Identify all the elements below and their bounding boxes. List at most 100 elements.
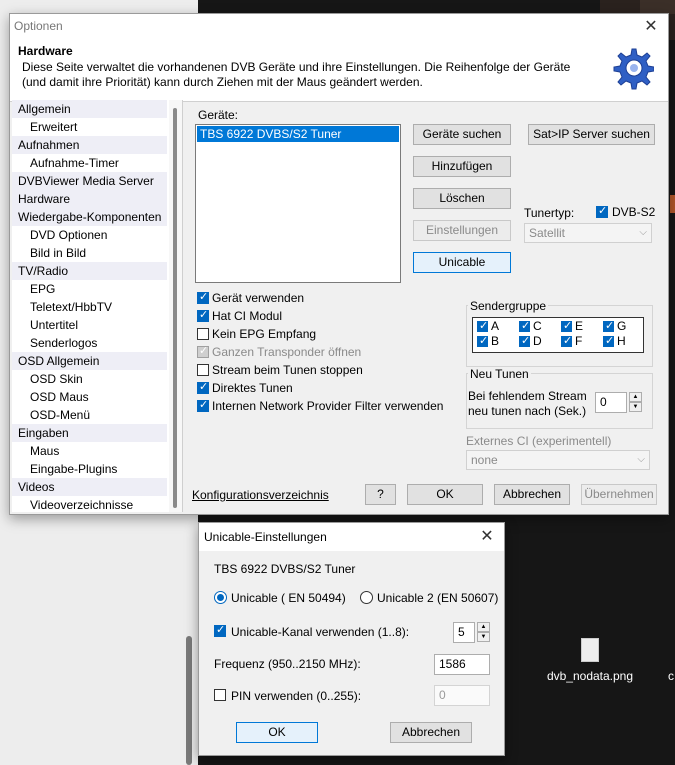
dvbs2-checkbox[interactable] — [596, 204, 608, 218]
page-description: Diese Seite verwaltet die vorhandenen DV… — [22, 60, 571, 89]
delete-button[interactable]: Löschen — [413, 188, 511, 209]
neu-tunen-text-2: neu tunen nach (Sek.) — [468, 404, 587, 418]
sendergruppe-checkbox[interactable] — [561, 334, 572, 347]
sendergruppe-label: A — [491, 319, 500, 333]
unicable-1-label: Unicable ( EN 50494) — [231, 591, 346, 605]
desktop-file-label-partial[interactable]: c — [668, 669, 674, 683]
tree-item[interactable]: DVD Optionen — [12, 226, 167, 244]
tree-item[interactable]: OSD-Menü — [12, 406, 167, 424]
tree-item[interactable]: Teletext/HbbTV — [12, 298, 167, 316]
add-button[interactable]: Hinzufügen — [413, 156, 511, 177]
tree-item[interactable]: Maus — [12, 442, 167, 460]
device-list[interactable]: TBS 6922 DVBS/S2 Tuner — [195, 124, 401, 283]
option-checkbox[interactable] — [197, 364, 209, 376]
tree-item[interactable]: DVBViewer Media Server — [12, 172, 167, 190]
close-icon[interactable]: ✕ — [476, 526, 498, 548]
unicable-button[interactable]: Unicable — [413, 252, 511, 273]
unicable-channel-stepper[interactable]: ▲ ▼ — [477, 622, 490, 643]
sendergruppe-label: H — [617, 334, 626, 348]
close-icon[interactable]: ✕ — [640, 16, 662, 38]
device-list-item[interactable]: TBS 6922 DVBS/S2 Tuner — [197, 126, 399, 142]
desktop-file-label[interactable]: dvb_nodata.png — [530, 669, 650, 683]
sendergruppe-checkbox[interactable] — [477, 334, 488, 347]
tree-item[interactable]: Videoverzeichnisse — [12, 496, 167, 512]
sendergruppe-checkbox[interactable] — [519, 319, 530, 332]
tree-item[interactable]: EPG — [12, 280, 167, 298]
devices-label: Geräte: — [198, 108, 239, 122]
search-devices-button[interactable]: Geräte suchen — [413, 124, 511, 145]
option-label: Direktes Tunen — [212, 381, 293, 395]
satip-search-button[interactable]: Sat>IP Server suchen — [528, 124, 655, 145]
neu-tunen-stepper[interactable]: ▲ ▼ — [629, 392, 642, 413]
tree-item[interactable]: Aufnahmen — [12, 136, 167, 154]
unicable-2-radio[interactable] — [360, 591, 373, 604]
cancel-button[interactable]: Abbrechen — [494, 484, 570, 505]
ok-button[interactable]: OK — [407, 484, 483, 505]
unicable-ok-button[interactable]: OK — [236, 722, 318, 743]
sendergruppe-checkbox[interactable] — [519, 334, 530, 347]
unicable-2-label: Unicable 2 (EN 50607) — [377, 591, 499, 605]
tree-item[interactable]: TV/Radio — [12, 262, 167, 280]
unicable-1-radio[interactable] — [214, 591, 227, 604]
sendergruppe-label: E — [575, 319, 584, 333]
tree-item[interactable]: Bild in Bild — [12, 244, 167, 262]
sendergruppe-checkbox[interactable] — [603, 334, 614, 347]
unicable-title: Unicable-Einstellungen — [204, 530, 327, 544]
option-label: Stream beim Tunen stoppen — [212, 363, 363, 377]
unicable-channel-input[interactable]: 5 — [453, 622, 475, 643]
unicable-dialog: Unicable-Einstellungen ✕ TBS 6922 DVBS/S… — [198, 522, 505, 756]
tree-item[interactable]: Eingabe-Plugins — [12, 460, 167, 478]
tree-item[interactable]: OSD Allgemein — [12, 352, 167, 370]
unicable-channel-label: Unicable-Kanal verwenden (1..8): — [231, 625, 410, 639]
externes-ci-select[interactable]: none ⌵ — [466, 450, 650, 470]
option-checkbox[interactable] — [197, 380, 209, 394]
config-dir-link[interactable]: Konfigurationsverzeichnis — [192, 488, 329, 502]
frequency-input[interactable]: 1586 — [434, 654, 490, 675]
tree-item[interactable]: Erweitert — [12, 118, 167, 136]
help-button[interactable]: ? — [365, 484, 396, 505]
pin-label: PIN verwenden (0..255): — [231, 689, 362, 703]
neu-tunen-title: Neu Tunen — [468, 367, 531, 381]
settings-button[interactable]: Einstellungen — [413, 220, 511, 241]
sendergruppe-label: C — [533, 319, 542, 333]
tree-item[interactable]: Allgemein — [12, 100, 167, 118]
tree-scrollbar-thumb[interactable] — [173, 108, 177, 508]
unicable-title-bar: Unicable-Einstellungen ✕ — [199, 523, 504, 551]
tree-item[interactable]: OSD Maus — [12, 388, 167, 406]
neu-tunen-text-1: Bei fehlendem Stream — [468, 389, 587, 403]
pin-input[interactable]: 0 — [434, 685, 490, 706]
tree-item[interactable]: Eingaben — [12, 424, 167, 442]
tree-item[interactable]: Aufnahme-Timer — [12, 154, 167, 172]
option-checkbox[interactable] — [197, 290, 209, 304]
option-label: Gerät verwenden — [212, 291, 305, 305]
neu-tunen-input[interactable]: 0 — [595, 392, 627, 413]
background-accent — [670, 195, 675, 213]
option-checkbox[interactable] — [197, 308, 209, 322]
tree-item[interactable]: Senderlogos — [12, 334, 167, 352]
tunertype-select[interactable]: Satellit ⌵ — [524, 223, 652, 243]
option-label: Ganzen Transponder öffnen — [212, 345, 362, 359]
background-scrollbar[interactable] — [186, 636, 192, 765]
tree-item[interactable]: Untertitel — [12, 316, 167, 334]
tree-item[interactable]: OSD Skin — [12, 370, 167, 388]
page-title: Hardware — [18, 44, 73, 58]
option-label: Internen Network Provider Filter verwend… — [212, 399, 444, 413]
unicable-cancel-button[interactable]: Abbrechen — [390, 722, 472, 743]
pin-checkbox[interactable] — [214, 689, 226, 701]
option-label: Hat CI Modul — [212, 309, 283, 323]
option-checkbox[interactable] — [197, 344, 209, 358]
unicable-device-label: TBS 6922 DVBS/S2 Tuner — [214, 562, 356, 576]
tree-item[interactable]: Hardware — [12, 190, 167, 208]
page-header: Hardware Diese Seite verwaltet die vorha… — [10, 40, 668, 102]
sendergruppe-checkbox[interactable] — [477, 319, 488, 332]
apply-button[interactable]: Übernehmen — [581, 484, 657, 505]
file-icon[interactable] — [581, 638, 599, 662]
unicable-channel-checkbox[interactable] — [214, 623, 226, 637]
tree-item[interactable]: Wiedergabe-Komponenten — [12, 208, 167, 226]
sendergruppe-checkbox[interactable] — [561, 319, 572, 332]
option-checkbox[interactable] — [197, 328, 209, 340]
tree-item[interactable]: Videos — [12, 478, 167, 496]
sendergruppe-checkbox[interactable] — [603, 319, 614, 332]
option-checkbox[interactable] — [197, 398, 209, 412]
sendergruppe-label: D — [533, 334, 542, 348]
